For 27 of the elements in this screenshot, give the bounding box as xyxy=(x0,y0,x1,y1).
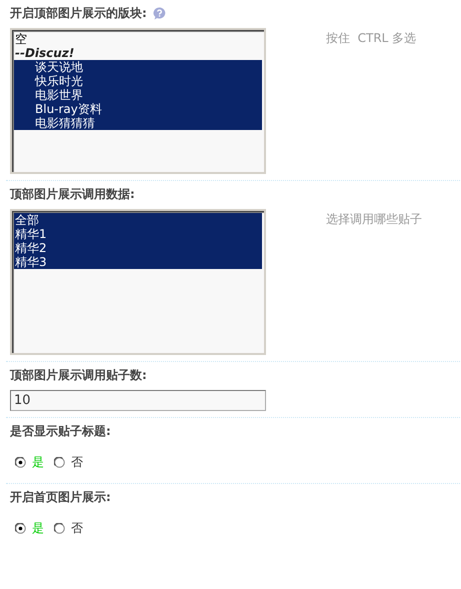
list-option[interactable]: 电影世界 xyxy=(14,88,262,102)
field-label: 开启顶部图片展示的版块: xyxy=(10,4,147,22)
field-label: 是否显示贴子标题: xyxy=(10,422,111,440)
field-label: 顶部图片展示调用贴子数: xyxy=(10,366,147,384)
radio-button[interactable] xyxy=(54,523,65,534)
field-label: 顶部图片展示调用数据: xyxy=(10,186,135,202)
radio-label[interactable]: 否 xyxy=(71,520,83,537)
list-option[interactable]: 快乐时光 xyxy=(14,74,262,88)
number-field[interactable]: 10 xyxy=(10,390,266,411)
radio-label[interactable]: 否 xyxy=(71,454,83,471)
list-option[interactable]: 谈天说地 xyxy=(14,60,262,74)
radio-button[interactable] xyxy=(54,457,65,468)
hint-text: 选择调用哪些贴子 xyxy=(326,211,422,228)
radio-button[interactable] xyxy=(15,457,26,468)
multi-select-list[interactable]: 全部 精华1 精华2 精华3 xyxy=(10,209,266,355)
list-option[interactable]: 精华1 xyxy=(14,227,262,241)
list-option[interactable]: 空 xyxy=(14,32,262,46)
radio-button[interactable] xyxy=(15,523,26,534)
list-option[interactable]: 电影猜猜猜 xyxy=(14,116,262,130)
list-option[interactable]: 精华3 xyxy=(14,255,262,269)
list-option[interactable]: 全部 xyxy=(14,213,262,227)
hint-text: 按住 CTRL 多选 xyxy=(326,30,416,47)
list-option[interactable]: 精华2 xyxy=(14,241,262,255)
option-group-label[interactable]: --Discuz! xyxy=(14,46,262,60)
multi-select-list[interactable]: 空 --Discuz! 谈天说地 快乐时光 电影世界 Blu-ray资料 电影猜猜猜 xyxy=(10,28,266,174)
list-option[interactable]: Blu-ray资料 xyxy=(14,102,262,116)
field-label: 开启首页图片展示: xyxy=(10,488,111,506)
